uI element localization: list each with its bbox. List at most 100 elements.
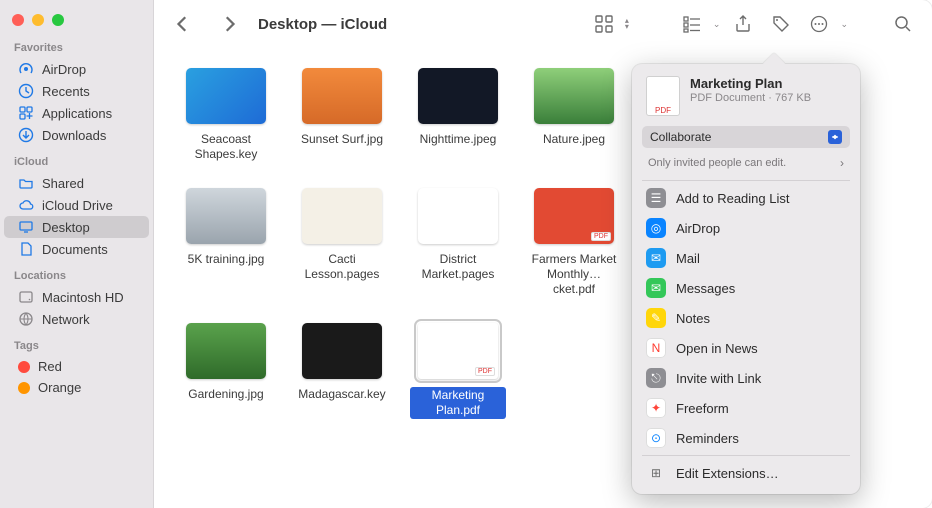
actions-button[interactable] <box>804 11 834 37</box>
file-name: Sunset Surf.jpg <box>301 132 383 147</box>
toolbar: Desktop — iCloud ▴▾ ⌄ ⌄ <box>154 0 932 48</box>
sidebar-item-label: Desktop <box>42 220 90 235</box>
share-item-freeform[interactable]: ✦Freeform <box>632 393 860 423</box>
separator <box>642 180 850 181</box>
disk-icon <box>18 289 34 305</box>
view-chevron-icon[interactable]: ▴▾ <box>625 18 629 30</box>
file-thumbnail <box>186 323 266 379</box>
actions-chevron-icon[interactable]: ⌄ <box>840 19 848 30</box>
file-name: Nighttime.jpeg <box>420 132 497 147</box>
tags-button[interactable] <box>766 11 796 37</box>
file-item[interactable]: Sunset Surf.jpg <box>294 68 390 162</box>
chevron-right-icon: › <box>840 156 844 170</box>
permission-row[interactable]: Only invited people can edit. › <box>632 152 860 178</box>
file-item[interactable]: 5K training.jpg <box>178 188 274 297</box>
pdf-file-icon: PDF <box>646 76 680 116</box>
sidebar-item-airdrop[interactable]: AirDrop <box>4 58 149 80</box>
file-item[interactable]: Nature.jpeg <box>526 68 622 162</box>
file-name: Farmers Market Monthly…cket.pdf <box>526 252 622 297</box>
sidebar-item-label: Applications <box>42 106 112 121</box>
back-button[interactable] <box>168 11 198 37</box>
file-item[interactable]: Madagascar.key <box>294 323 390 419</box>
search-button[interactable] <box>888 11 918 37</box>
edit-extensions[interactable]: ⊞ Edit Extensions… <box>632 458 860 488</box>
window-controls <box>0 8 153 38</box>
share-item-label: Notes <box>676 311 710 326</box>
sidebar-item-downloads[interactable]: Downloads <box>4 124 149 146</box>
share-item-notes[interactable]: ✎Notes <box>632 303 860 333</box>
file-name: Cacti Lesson.pages <box>294 252 390 282</box>
doc-icon <box>18 241 34 257</box>
permission-note: Only invited people can edit. <box>648 157 786 169</box>
share-item-reminders[interactable]: ⊙ Reminders <box>632 423 860 453</box>
pdf-badge: PDF <box>591 232 611 241</box>
sidebar-item-label: Macintosh HD <box>42 290 124 305</box>
file-name: District Market.pages <box>410 252 506 282</box>
share-popover: PDF Marketing Plan PDF Document · 767 KB… <box>632 64 860 494</box>
tag-dot-icon <box>18 361 30 373</box>
group-chevron-icon[interactable]: ⌄ <box>713 19 721 30</box>
file-thumbnail <box>302 68 382 124</box>
file-item[interactable]: Seacoast Shapes.key <box>178 68 274 162</box>
tag-red[interactable]: Red <box>4 356 149 377</box>
share-item-open-in-news[interactable]: N Open in News <box>632 333 860 363</box>
file-name: Madagascar.key <box>298 387 385 402</box>
share-item-messages[interactable]: ✉Messages <box>632 273 860 303</box>
share-item-label: Mail <box>676 251 700 266</box>
share-file-title: Marketing Plan <box>690 76 811 91</box>
tag-label: Red <box>38 359 62 374</box>
extensions-icon: ⊞ <box>646 463 666 483</box>
file-item[interactable]: PDF Farmers Market Monthly…cket.pdf <box>526 188 622 297</box>
share-item-label: Freeform <box>676 401 729 416</box>
forward-button[interactable] <box>214 11 244 37</box>
group-button[interactable] <box>677 11 707 37</box>
dropdown-chevron-icon <box>828 130 842 144</box>
share-item-label: Open in News <box>676 341 758 356</box>
collaborate-dropdown[interactable]: Collaborate <box>642 126 850 148</box>
cloud-icon <box>18 197 34 213</box>
file-thumbnail: PDF <box>418 323 498 379</box>
app-icon: ⊙ <box>646 428 666 448</box>
file-name: Seacoast Shapes.key <box>178 132 274 162</box>
share-item-invite-with-link[interactable]: ⎋Invite with Link <box>632 363 860 393</box>
share-item-label: Messages <box>676 281 735 296</box>
pdf-badge: PDF <box>475 367 495 376</box>
sidebar-item-recents[interactable]: Recents <box>4 80 149 102</box>
zoom-window[interactable] <box>52 14 64 26</box>
apps-icon <box>18 105 34 121</box>
sidebar-item-applications[interactable]: Applications <box>4 102 149 124</box>
file-thumbnail <box>418 68 498 124</box>
share-button[interactable] <box>728 11 758 37</box>
sidebar-item-network[interactable]: Network <box>4 308 149 330</box>
share-item-add-to-reading-list[interactable]: ☰Add to Reading List <box>632 183 860 213</box>
file-thumbnail <box>302 323 382 379</box>
share-item-label: Reminders <box>676 431 739 446</box>
tag-label: Orange <box>38 380 81 395</box>
edit-extensions-label: Edit Extensions… <box>676 466 779 481</box>
sidebar-item-label: Documents <box>42 242 108 257</box>
file-thumbnail <box>186 68 266 124</box>
file-item[interactable]: Cacti Lesson.pages <box>294 188 390 297</box>
sidebar-item-desktop[interactable]: Desktop <box>4 216 149 238</box>
tag-orange[interactable]: Orange <box>4 377 149 398</box>
globe-icon <box>18 311 34 327</box>
app-icon: N <box>646 338 666 358</box>
sidebar-item-icloud-drive[interactable]: iCloud Drive <box>4 194 149 216</box>
share-item-airdrop[interactable]: ◎AirDrop <box>632 213 860 243</box>
share-item-mail[interactable]: ✉Mail <box>632 243 860 273</box>
file-item[interactable]: Gardening.jpg <box>178 323 274 419</box>
sidebar-item-shared[interactable]: Shared <box>4 172 149 194</box>
sidebar: Favorites AirDropRecents Applications Down… <box>0 0 154 508</box>
favorites-header: Favorites <box>0 38 153 58</box>
view-icons-button[interactable] <box>589 11 619 37</box>
file-item[interactable]: Nighttime.jpeg <box>410 68 506 162</box>
sidebar-item-macintosh-hd[interactable]: Macintosh HD <box>4 286 149 308</box>
clock-icon <box>18 83 34 99</box>
file-item[interactable]: PDFMarketing Plan.pdf <box>410 323 506 419</box>
separator <box>642 455 850 456</box>
close-window[interactable] <box>12 14 24 26</box>
locations-header: Locations <box>0 266 153 286</box>
minimize-window[interactable] <box>32 14 44 26</box>
file-item[interactable]: District Market.pages <box>410 188 506 297</box>
sidebar-item-documents[interactable]: Documents <box>4 238 149 260</box>
